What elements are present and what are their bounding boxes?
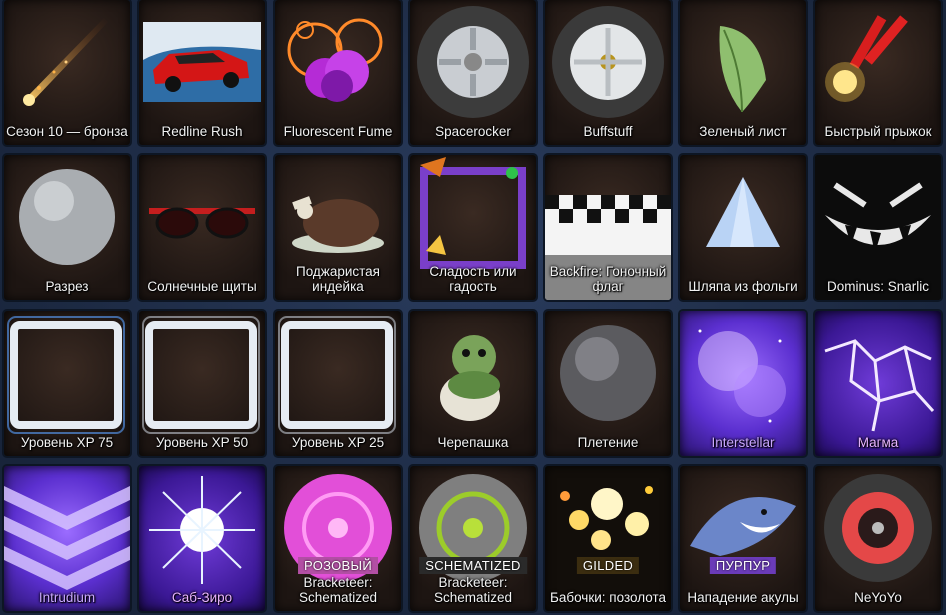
item-tile[interactable]: Поджаристая индейка <box>275 155 401 300</box>
item-name: Шляпа из фольги <box>688 279 798 294</box>
item-name: Fluorescent Fume <box>283 124 393 139</box>
item-tile[interactable]: РОЗОВЫЙ Bracketeer: Schematized <box>275 466 401 611</box>
item-tile[interactable]: Разрез <box>4 155 130 300</box>
item-tile[interactable]: Backfire: Гоночный флаг <box>545 155 671 300</box>
item-name: Interstellar <box>711 435 775 450</box>
paint-badge: ПУРПУР <box>709 557 777 574</box>
paint-badge: GILDED <box>576 557 640 574</box>
item-name: Быстрый прыжок <box>824 124 932 139</box>
item-tile[interactable]: Уровень XP 75 <box>4 311 130 456</box>
item-name: Уровень XP 75 <box>20 435 114 450</box>
item-tile[interactable]: Магма <box>815 311 941 456</box>
item-name: Солнечные щиты <box>147 279 257 294</box>
item-tile[interactable]: Buffstuff <box>545 0 671 145</box>
item-name: Нападение акулы <box>687 590 799 605</box>
item-tile[interactable]: Dominus: Snarlic <box>815 155 941 300</box>
item-tile[interactable]: Сезон 10 — бронза <box>4 0 130 145</box>
item-name: Сезон 10 — бронза <box>6 124 128 139</box>
item-tile[interactable]: Плетение <box>545 311 671 456</box>
item-tile[interactable]: Черепашка <box>410 311 536 456</box>
item-tile[interactable]: Шляпа из фольги <box>680 155 806 300</box>
item-name: Bracketeer: Schematized <box>298 575 378 605</box>
item-name: Сладость или гадость <box>429 264 517 294</box>
item-name: Уровень XP 25 <box>291 435 385 450</box>
item-tile[interactable]: GILDED Бабочки: позолота <box>545 466 671 611</box>
item-tile[interactable]: Саб-Зиро <box>139 466 265 611</box>
item-name: Intrudium <box>38 590 96 605</box>
item-tile[interactable]: Redline Rush <box>139 0 265 145</box>
item-name: NeYoYo <box>854 590 902 605</box>
item-tile[interactable]: Сладость или гадость <box>410 155 536 300</box>
item-tile[interactable]: Interstellar <box>680 311 806 456</box>
item-name: Spacerocker <box>435 124 511 139</box>
item-name: Backfire: Гоночный флаг <box>549 264 667 294</box>
inventory-grid: Сезон 10 — бронза Redline Rush Fluoresce… <box>0 0 946 615</box>
item-name: Bracketeer: Schematized <box>433 575 513 605</box>
item-name: Плетение <box>577 435 639 450</box>
item-name: Бабочки: позолота <box>550 590 666 605</box>
item-name: Саб-Зиро <box>171 590 233 605</box>
item-name: Зеленый лист <box>699 124 787 139</box>
item-name: Разрез <box>45 279 89 294</box>
item-tile[interactable]: Уровень XP 50 <box>139 311 265 456</box>
item-name: Buffstuff <box>583 124 633 139</box>
item-name: Dominus: Snarlic <box>826 279 930 294</box>
item-tile[interactable]: Зеленый лист <box>680 0 806 145</box>
paint-badge: SCHEMATIZED <box>419 557 527 574</box>
item-name: Уровень XP 50 <box>155 435 249 450</box>
item-tile[interactable]: NeYoYo <box>815 466 941 611</box>
item-tile[interactable]: Intrudium <box>4 466 130 611</box>
item-tile[interactable]: ПУРПУР Нападение акулы <box>680 466 806 611</box>
item-tile[interactable]: Spacerocker <box>410 0 536 145</box>
item-tile[interactable]: Быстрый прыжок <box>815 0 941 145</box>
item-tile[interactable]: SCHEMATIZED Bracketeer: Schematized <box>410 466 536 611</box>
item-name: Магма <box>857 435 899 450</box>
item-tile[interactable]: Солнечные щиты <box>139 155 265 300</box>
paint-badge: РОЗОВЫЙ <box>298 557 378 574</box>
item-tile[interactable]: Fluorescent Fume <box>275 0 401 145</box>
item-name: Redline Rush <box>161 124 243 139</box>
item-name: Поджаристая индейка <box>296 264 380 294</box>
item-name: Черепашка <box>437 435 509 450</box>
item-tile[interactable]: Уровень XP 25 <box>275 311 401 456</box>
